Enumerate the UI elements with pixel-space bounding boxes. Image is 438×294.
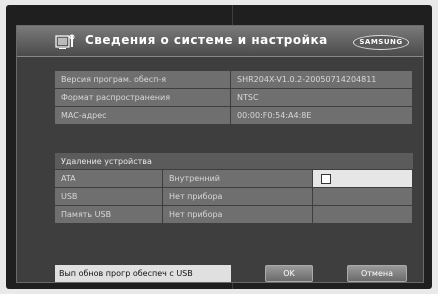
device-name: ATA	[55, 170, 163, 188]
device-select-cell[interactable]	[313, 206, 413, 224]
system-info-dialog: Сведения о системе и настройка SAMSUNG В…	[16, 25, 424, 283]
device-name: Память USB	[55, 206, 163, 224]
info-value: NTSC	[231, 89, 413, 107]
info-row: Формат распространения NTSC	[55, 89, 413, 107]
device-removal-title: Удаление устройства	[55, 153, 413, 170]
dialog-title: Сведения о системе и настройка	[85, 33, 328, 47]
device-select-cell[interactable]	[313, 188, 413, 206]
info-value: 00:00:F0:54:A4:8E	[231, 107, 413, 125]
info-row: MAC-адрес 00:00:F0:54:A4:8E	[55, 107, 413, 125]
device-checkbox[interactable]	[321, 174, 331, 184]
tv-screen: Сведения о системе и настройка SAMSUNG В…	[6, 5, 432, 289]
device-name: USB	[55, 188, 163, 206]
device-row-usb[interactable]: USB Нет прибора	[55, 188, 413, 206]
cancel-button[interactable]: Отмена	[347, 265, 407, 282]
info-label: Версия програм. обесп-я	[55, 71, 231, 89]
device-status: Внутренний	[163, 170, 313, 188]
ok-button[interactable]: OK	[265, 265, 313, 282]
device-status: Нет прибора	[163, 188, 313, 206]
info-label: MAC-адрес	[55, 107, 231, 125]
info-value: SHR204X-V1.0.2-20050714204811	[231, 71, 413, 89]
samsung-logo: SAMSUNG	[353, 35, 409, 50]
info-label: Формат распространения	[55, 89, 231, 107]
usb-update-button[interactable]: Вып обнов прогр обеспеч с USB	[55, 265, 231, 282]
device-row-usb-memory[interactable]: Память USB Нет прибора	[55, 206, 413, 224]
info-row: Версия програм. обесп-я SHR204X-V1.0.2-2…	[55, 71, 413, 89]
settings-tv-icon	[55, 34, 77, 50]
dialog-header: Сведения о системе и настройка SAMSUNG	[17, 26, 423, 57]
device-status: Нет прибора	[163, 206, 313, 224]
device-row-ata[interactable]: ATA Внутренний	[55, 170, 413, 188]
device-select-cell[interactable]	[313, 170, 413, 188]
